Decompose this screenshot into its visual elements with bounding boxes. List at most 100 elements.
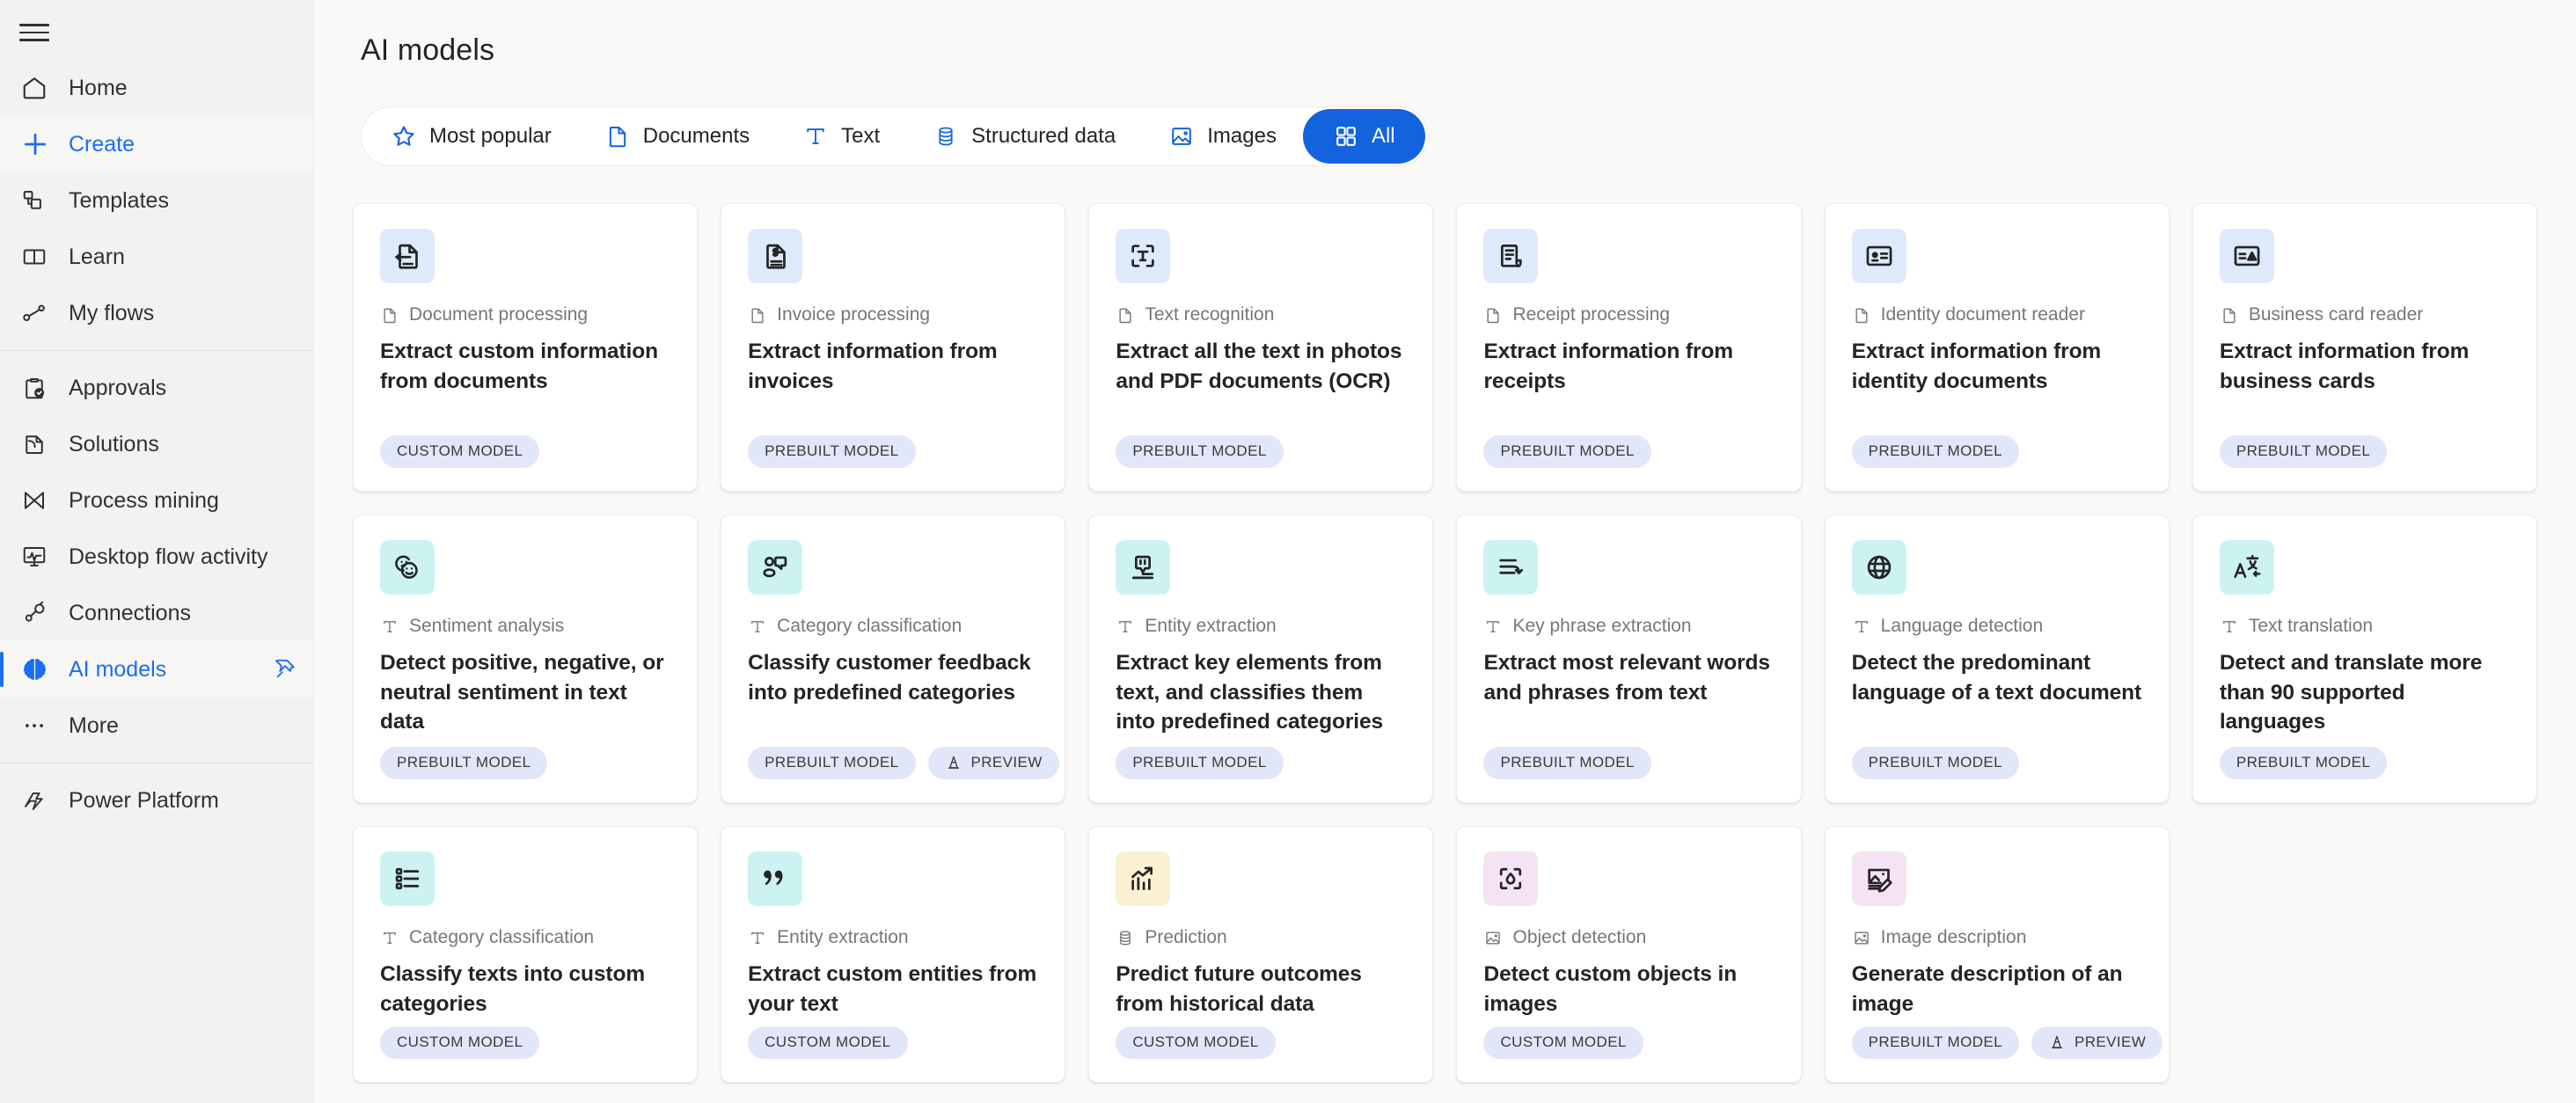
model-title: Extract information from identity docume… [1851,340,2102,393]
model-type-badge: PREBUILT MODEL [380,747,548,779]
sidebar-item-aimodels[interactable]: AI models [0,641,313,698]
sidebar-item-label: Power Platform [69,787,219,813]
sidebar-item-label: Process mining [69,487,219,513]
model-icon-tile [2219,229,2274,283]
model-category: Entity extraction [1116,616,1406,637]
model-icon-tile [748,851,803,906]
model-card-entity-extraction-custom[interactable]: Entity extraction Extract custom entities… [721,826,1066,1083]
sidebar-item-approvals[interactable]: Approvals [0,360,313,416]
filter-pill-text[interactable]: Text [776,109,906,164]
model-card-language-detection[interactable]: Language detection Detect the predominant… [1824,515,2170,803]
receipt-icon [1496,241,1526,271]
text-t-icon [748,927,767,948]
sidebar-item-templates[interactable]: Templates [0,172,313,229]
model-type-badge: PREBUILT MODEL [748,435,916,468]
sidebar-item-connections[interactable]: Connections [0,585,313,641]
model-badges: CUSTOM MODEL [1483,1026,1774,1059]
sidebar-item-more[interactable]: More [0,698,313,754]
sidebar-group: Approvals Solutions Process mining Desktop … [0,360,313,754]
power-platform-icon [21,783,69,818]
model-badges: CUSTOM MODEL [1116,1026,1406,1059]
model-card-text-recognition[interactable]: Text recognition Extract all the text in … [1088,203,1434,492]
text-t-icon [2220,616,2239,637]
filter-pill-images[interactable]: Images [1142,109,1303,164]
filter-pill-structured[interactable]: Structured data [906,109,1142,164]
preview-cone-icon [2048,1034,2066,1051]
model-card-entity-extraction-prebuilt[interactable]: Entity extraction Extract key elements fr… [1088,515,1434,803]
object-scan-icon [1496,864,1526,894]
sidebar-item-label: AI models [69,656,167,682]
sidebar-item-label: More [69,712,119,738]
sidebar-item-process[interactable]: Process mining [0,472,313,529]
sidebar-item-myflows[interactable]: My flows [0,285,313,341]
model-category-label: Category classification [409,927,595,947]
lines-arrow-icon [1496,552,1526,582]
feedback-bubble-icon [760,552,790,582]
model-badges: PREBUILT MODEL [380,747,670,779]
star-icon [391,123,417,150]
preview-badge: PREVIEW [927,747,1059,779]
pin-icon[interactable] [262,657,297,682]
solutions-icon [21,427,69,462]
filter-pill-all[interactable]: All [1302,109,1425,164]
model-card-document-processing[interactable]: Document processing Extract custom inform… [353,203,699,492]
sidebar-item-powerplatform[interactable]: Power Platform [0,772,313,829]
model-title: Generate description of an image [1851,962,2123,1016]
model-icon-tile [1851,229,1906,283]
model-icon-tile [380,851,435,906]
model-category-label: Invoice processing [777,304,931,325]
model-card-invoice-processing[interactable]: Invoice processing Extract information fr… [721,203,1066,492]
model-title: Detect positive, negative, or neutral se… [380,651,664,734]
filter-pill-documents[interactable]: Documents [578,109,776,164]
model-title: Extract information from receipts [1483,340,1733,393]
model-type-badge: PREBUILT MODEL [1483,747,1651,779]
sidebar-item-create[interactable]: Create [0,116,313,172]
model-card-identity-document-reader[interactable]: Identity document reader Extract informat… [1824,203,2170,492]
model-card-text-translation[interactable]: Text translation Detect and translate mor… [2192,515,2537,803]
filter-pill-most-popular[interactable]: Most popular [364,109,578,164]
model-card-image-description[interactable]: Image description Generate description of… [1824,826,2170,1083]
model-type-badge: PREBUILT MODEL [1851,435,2019,468]
model-type-badge: CUSTOM MODEL [1483,1026,1643,1059]
model-card-category-classification-prebuilt[interactable]: Category classification Classify customer… [721,515,1066,803]
model-card-receipt-processing[interactable]: Receipt processing Extract information fr… [1456,203,1802,492]
model-badges: PREBUILT MODEL PREVIEW [1851,1026,2163,1059]
sidebar-item-desktop[interactable]: Desktop flow activity [0,529,313,585]
model-category-label: Language detection [1880,616,2044,636]
model-category: Identity document reader [1852,304,2142,325]
hamburger-menu-button[interactable] [0,5,313,60]
filter-pill-group: Most popular Documents Text Structured data… [361,106,1429,166]
model-title: Extract most relevant words and phrases … [1483,651,1770,705]
model-category: Object detection [1483,927,1774,948]
image-icon [1852,927,1871,948]
model-card-business-card-reader[interactable]: Business card reader Extract information … [2192,203,2537,492]
sidebar-item-home[interactable]: Home [0,60,313,116]
model-card-prediction[interactable]: Prediction Predict future outcomes from h… [1088,826,1434,1083]
model-card-object-detection[interactable]: Object detection Detect custom objects in… [1456,826,1802,1083]
model-icon-tile [380,229,435,283]
ocr-icon [1128,241,1158,271]
model-type-badge: PREBUILT MODEL [1851,747,2019,779]
model-type-badge: CUSTOM MODEL [748,1026,908,1059]
model-title: Classify customer feedback into predefin… [748,651,1031,705]
model-category: Invoice processing [748,304,1038,325]
preview-cone-icon [945,754,962,771]
model-category: Document processing [380,304,670,325]
model-title: Detect the predominant language of a tex… [1851,651,2142,705]
sidebar-item-learn[interactable]: Learn [0,229,313,285]
document-icon [2220,304,2239,325]
model-icon-tile [1483,229,1539,283]
model-type-badge: PREBUILT MODEL [1116,747,1284,779]
model-card-sentiment-analysis[interactable]: Sentiment analysis Detect positive, negat… [353,515,699,803]
text-t-icon [1116,616,1135,637]
model-category-label: Text recognition [1145,304,1275,325]
model-card-category-classification-custom[interactable]: Category classification Classify texts in… [353,826,699,1083]
model-category: Category classification [748,616,1038,637]
model-title: Extract all the text in photos and PDF d… [1116,340,1402,393]
model-card-key-phrase-extraction[interactable]: Key phrase extraction Extract most releva… [1456,515,1802,803]
sidebar-item-solutions[interactable]: Solutions [0,416,313,472]
model-type-badge: CUSTOM MODEL [380,1026,540,1059]
document-icon [1483,304,1503,325]
model-type-badge: CUSTOM MODEL [1116,1026,1276,1059]
model-category-label: Key phrase extraction [1512,616,1692,636]
